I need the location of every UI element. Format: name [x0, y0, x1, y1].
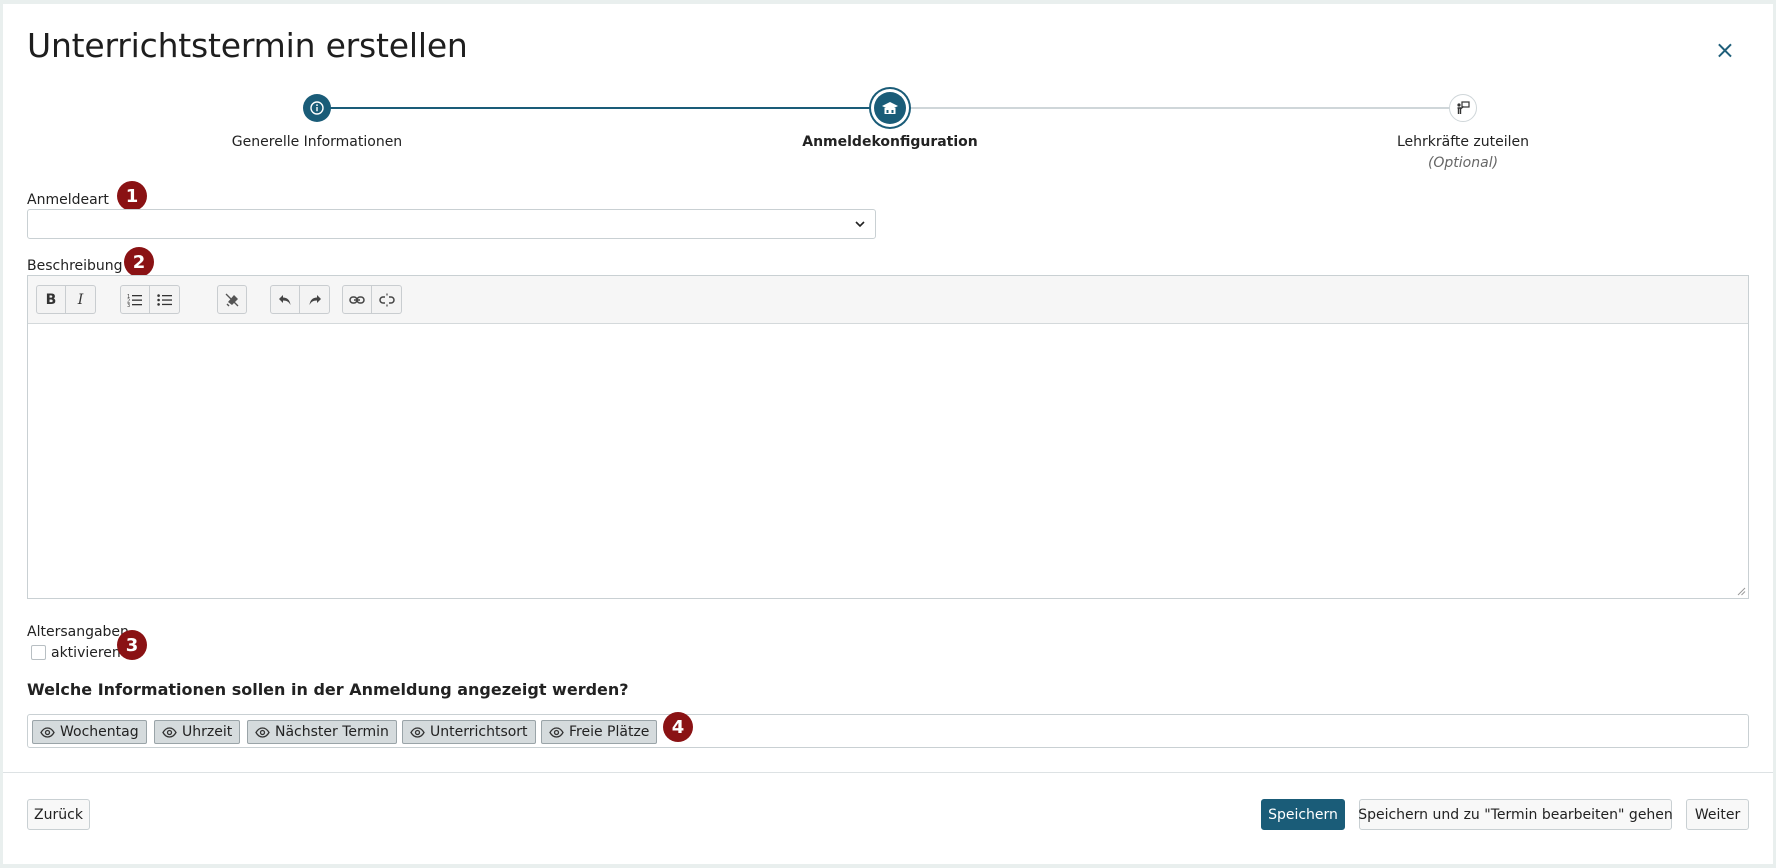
step-registration-config[interactable] [874, 92, 906, 124]
annotation-marker-2: 2 [124, 247, 154, 277]
back-button[interactable]: Zurück [27, 799, 90, 830]
school-icon [882, 102, 898, 114]
info-tag-label: Wochentag [60, 724, 139, 740]
step-label-assign-teachers: Lehrkräfte zuteilen [1396, 134, 1530, 150]
info-tag-label: Nächster Termin [275, 724, 389, 740]
resize-handle-icon[interactable] [1736, 586, 1746, 596]
bullet-list-button[interactable] [150, 285, 180, 314]
step-assign-teachers[interactable] [1449, 94, 1477, 122]
eye-icon [162, 726, 177, 738]
eye-icon [255, 726, 270, 738]
registration-type-select[interactable] [27, 209, 876, 239]
stepper-line-todo [907, 107, 1461, 109]
info-tag-unterrichtsort[interactable]: Unterrichtsort [402, 720, 536, 744]
step-sublabel-optional: (Optional) [1427, 155, 1499, 171]
redo-button[interactable] [300, 285, 330, 314]
info-tag-label: Uhrzeit [182, 724, 233, 740]
step-general-info[interactable] [303, 94, 331, 122]
info-tag-freie-plaetze[interactable]: Freie Plätze [541, 720, 658, 744]
clear-format-button[interactable] [217, 285, 247, 314]
info-tag-label: Unterrichtsort [430, 724, 528, 740]
undo-icon [279, 294, 291, 305]
dialog: Unterrichtstermin erstellen × Generelle … [3, 4, 1773, 864]
unlink-icon [378, 293, 395, 306]
info-question-heading: Welche Informationen sollen in der Anmel… [27, 680, 629, 699]
step-label-registration-config: Anmeldekonfiguration [802, 134, 978, 150]
link-button[interactable] [342, 285, 372, 314]
undo-button[interactable] [270, 285, 300, 314]
eye-icon [410, 726, 425, 738]
age-enable-label[interactable]: aktivieren [51, 645, 121, 661]
italic-button[interactable]: I [66, 285, 96, 314]
footer-divider [3, 772, 1773, 773]
registration-type-label: Anmeldeart [27, 192, 109, 208]
eye-icon [40, 726, 55, 738]
step-label-general-info: Generelle Informationen [231, 134, 403, 150]
next-button[interactable]: Weiter [1686, 799, 1749, 830]
editor-toolbar: B I 1 2 3 [28, 276, 1748, 324]
stepper: Generelle Informationen Anmeldekonfigura… [3, 4, 1773, 174]
svg-text:3: 3 [127, 303, 130, 307]
eye-icon [549, 726, 564, 738]
numbered-list-button[interactable]: 1 2 3 [120, 285, 150, 314]
unlink-button[interactable] [372, 285, 402, 314]
annotation-marker-4: 4 [663, 712, 693, 742]
annotation-marker-3: 3 [117, 630, 147, 660]
description-textarea[interactable] [28, 324, 1748, 598]
numbered-list-icon: 1 2 3 [127, 294, 142, 307]
info-tag-uhrzeit[interactable]: Uhrzeit [154, 720, 241, 744]
redo-icon [309, 294, 321, 305]
age-enable-checkbox[interactable] [31, 645, 46, 660]
bold-button[interactable]: B [36, 285, 66, 314]
info-tags-field[interactable]: Wochentag Uhrzeit Nächster Termin Unterr… [27, 714, 1749, 748]
clear-format-icon [225, 293, 239, 306]
bullet-list-icon [156, 293, 172, 306]
description-editor: B I 1 2 3 [27, 275, 1749, 599]
info-tag-label: Freie Plätze [569, 724, 650, 740]
stepper-line-done [317, 107, 889, 109]
info-icon [310, 101, 324, 115]
info-tag-naechster-termin[interactable]: Nächster Termin [247, 720, 397, 744]
age-label: Altersangaben [27, 624, 129, 640]
teacher-board-icon [1457, 101, 1470, 114]
chevron-down-icon [855, 221, 865, 228]
info-tag-wochentag[interactable]: Wochentag [32, 720, 147, 744]
save-button[interactable]: Speichern [1261, 799, 1345, 830]
save-and-edit-button[interactable]: Speichern und zu "Termin bearbeiten" geh… [1358, 799, 1673, 830]
link-icon [349, 295, 365, 304]
description-label: Beschreibung [27, 258, 123, 274]
annotation-marker-1: 1 [117, 181, 147, 211]
